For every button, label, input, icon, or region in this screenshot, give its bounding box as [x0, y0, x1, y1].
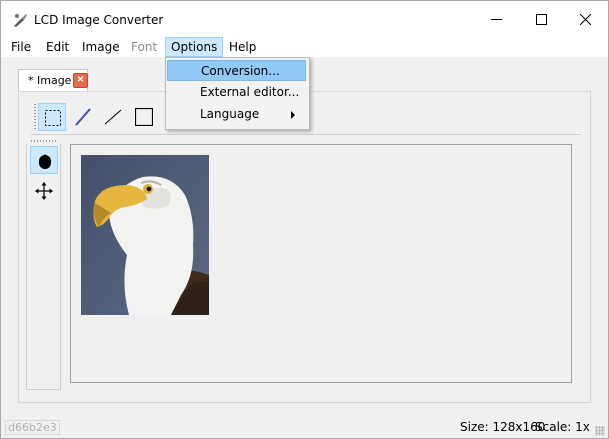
side-panel-border: [26, 144, 27, 389]
menu-item-language-label: Language: [200, 107, 260, 121]
rectangle-tool[interactable]: [130, 103, 158, 131]
minimize-button[interactable]: [474, 1, 519, 38]
menu-image[interactable]: Image: [77, 38, 125, 56]
tab-label: * Image: [28, 74, 72, 87]
side-panel-border-bottom: [26, 389, 61, 390]
menu-edit[interactable]: Edit: [41, 38, 74, 56]
menu-font[interactable]: Font: [126, 38, 162, 56]
fill-tool[interactable]: [30, 146, 58, 174]
move-icon: [35, 182, 53, 200]
side-panel-border-right: [60, 144, 61, 389]
menu-item-external-editor-label: External editor...: [200, 85, 300, 99]
menu-item-conversion-label: Conversion...: [201, 64, 280, 78]
submenu-arrow-icon: [291, 111, 295, 119]
tab-image[interactable]: * Image ×: [18, 69, 88, 92]
window-title: LCD Image Converter: [34, 13, 164, 27]
select-rect-icon: [45, 110, 61, 126]
status-size: Size: 128x160: [460, 420, 546, 434]
app-window: LCD Image Converter File Edit Image Font…: [0, 0, 609, 439]
line-tool[interactable]: [99, 103, 127, 131]
line-icon: [104, 109, 122, 125]
pen-tool[interactable]: [69, 103, 97, 131]
close-icon: [580, 14, 591, 25]
menu-item-external-editor[interactable]: External editor...: [167, 82, 306, 103]
menu-bar: File Edit Image Font Options Help: [1, 37, 608, 57]
close-button[interactable]: [563, 1, 608, 38]
status-hex-value: d66b2e3: [5, 420, 60, 435]
minimize-icon: [491, 19, 502, 20]
status-bar: d66b2e3 Size: 128x160 Scale: 1x: [1, 416, 608, 438]
side-toolbar-grip[interactable]: [31, 140, 57, 142]
menu-file[interactable]: File: [6, 38, 36, 56]
menu-item-conversion[interactable]: Conversion...: [167, 60, 306, 81]
pen-icon: [75, 108, 91, 126]
move-tool[interactable]: [30, 177, 58, 205]
toolbar-divider: [31, 134, 581, 135]
rectangle-icon: [135, 108, 153, 126]
fill-icon: [39, 154, 51, 169]
eagle-image: [81, 155, 209, 315]
menu-item-language[interactable]: Language: [167, 104, 306, 125]
status-scale: Scale: 1x: [535, 420, 590, 434]
resize-grip[interactable]: [595, 426, 605, 436]
app-logo-icon: [14, 14, 27, 27]
maximize-icon: [536, 14, 547, 25]
menu-help[interactable]: Help: [224, 38, 261, 56]
tab-close-icon[interactable]: ×: [73, 73, 88, 88]
title-bar[interactable]: LCD Image Converter: [1, 1, 608, 38]
toolbar-grip[interactable]: [34, 104, 36, 130]
options-menu-dropdown: Conversion... External editor... Languag…: [165, 57, 310, 130]
menu-options[interactable]: Options: [165, 37, 224, 57]
maximize-button[interactable]: [519, 1, 564, 38]
select-rect-tool[interactable]: [38, 103, 66, 131]
